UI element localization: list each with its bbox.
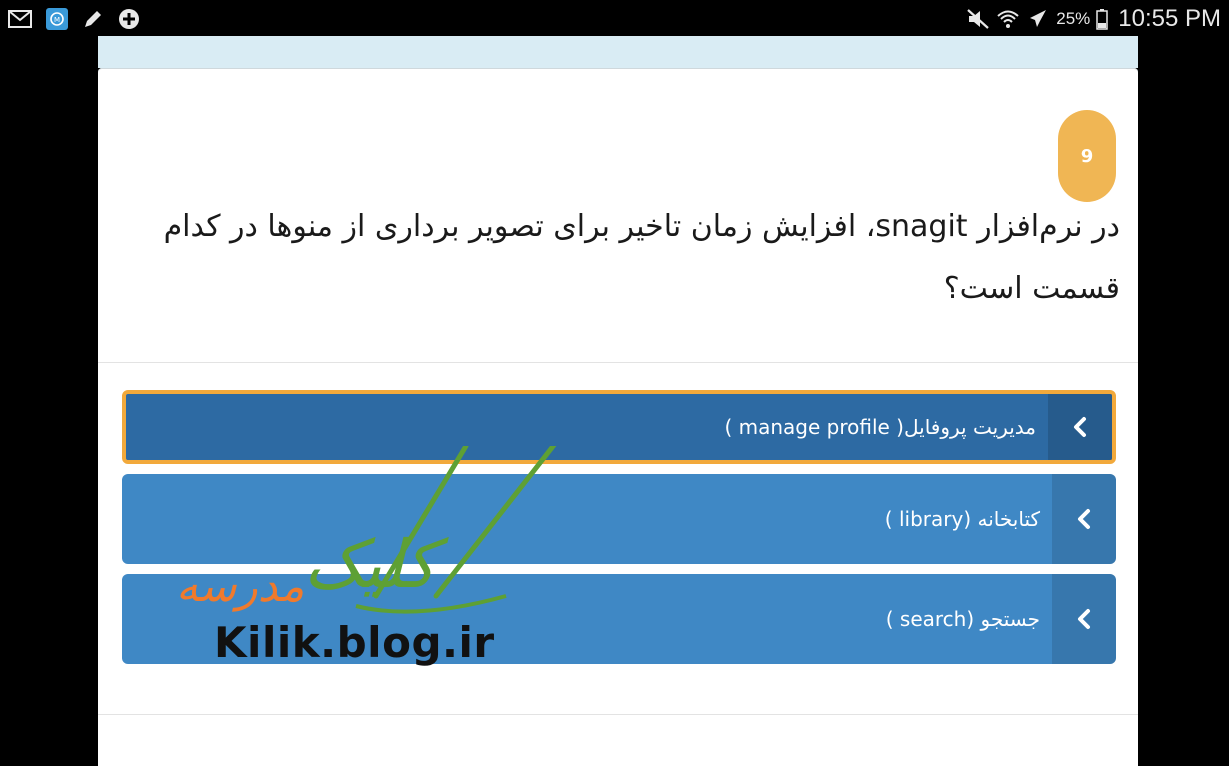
answer-option-3-label: جستجو (search ) [885, 607, 1040, 631]
question-number-badge: 9 [1058, 110, 1116, 202]
divider-top [98, 362, 1138, 363]
wifi-icon [996, 8, 1020, 30]
answer-option-1-label: مدیریت پروفایل( manage profile ) [724, 415, 1036, 439]
app-viewport: 9 در نرم‌افزار snagit، افزایش زمان تاخیر… [6, 36, 1223, 766]
status-bar-notifications: M [8, 6, 140, 32]
divider-bottom [98, 714, 1138, 715]
answer-option-3[interactable]: جستجو (search ) [122, 574, 1116, 664]
header-strip [98, 36, 1138, 68]
option-3-chevron-box [1052, 574, 1116, 664]
chevron-left-icon [1078, 609, 1090, 629]
status-clock: 10:55 PM [1118, 5, 1221, 32]
question-card: 9 در نرم‌افزار snagit، افزایش زمان تاخیر… [98, 68, 1138, 766]
svg-text:M: M [54, 16, 60, 24]
answer-options: مدیریت پروفایل( manage profile ) کتابخان… [122, 390, 1116, 674]
add-circle-icon [118, 8, 140, 30]
mail-icon [8, 10, 32, 28]
mute-icon [966, 8, 990, 30]
option-2-chevron-box [1052, 474, 1116, 564]
chevron-left-icon [1078, 509, 1090, 529]
battery-icon [1096, 8, 1109, 30]
status-bar-system: 25% 10:55 PM [966, 4, 1221, 34]
pencil-icon [82, 8, 104, 30]
answer-option-2-label: کتابخانه (library ) [884, 507, 1040, 531]
status-bar: M 25% 10:55 PM [0, 0, 1229, 36]
answer-option-2[interactable]: کتابخانه (library ) [122, 474, 1116, 564]
battery-percentage: 25% [1056, 9, 1091, 28]
option-1-chevron-box [1048, 394, 1112, 460]
answer-option-1[interactable]: مدیریت پروفایل( manage profile ) [122, 390, 1116, 464]
question-text: در نرم‌افزار snagit، افزایش زمان تاخیر ب… [163, 209, 1120, 306]
chevron-left-icon [1074, 417, 1086, 437]
maxthon-app-icon: M [46, 8, 68, 30]
airplane-icon [1026, 8, 1050, 30]
